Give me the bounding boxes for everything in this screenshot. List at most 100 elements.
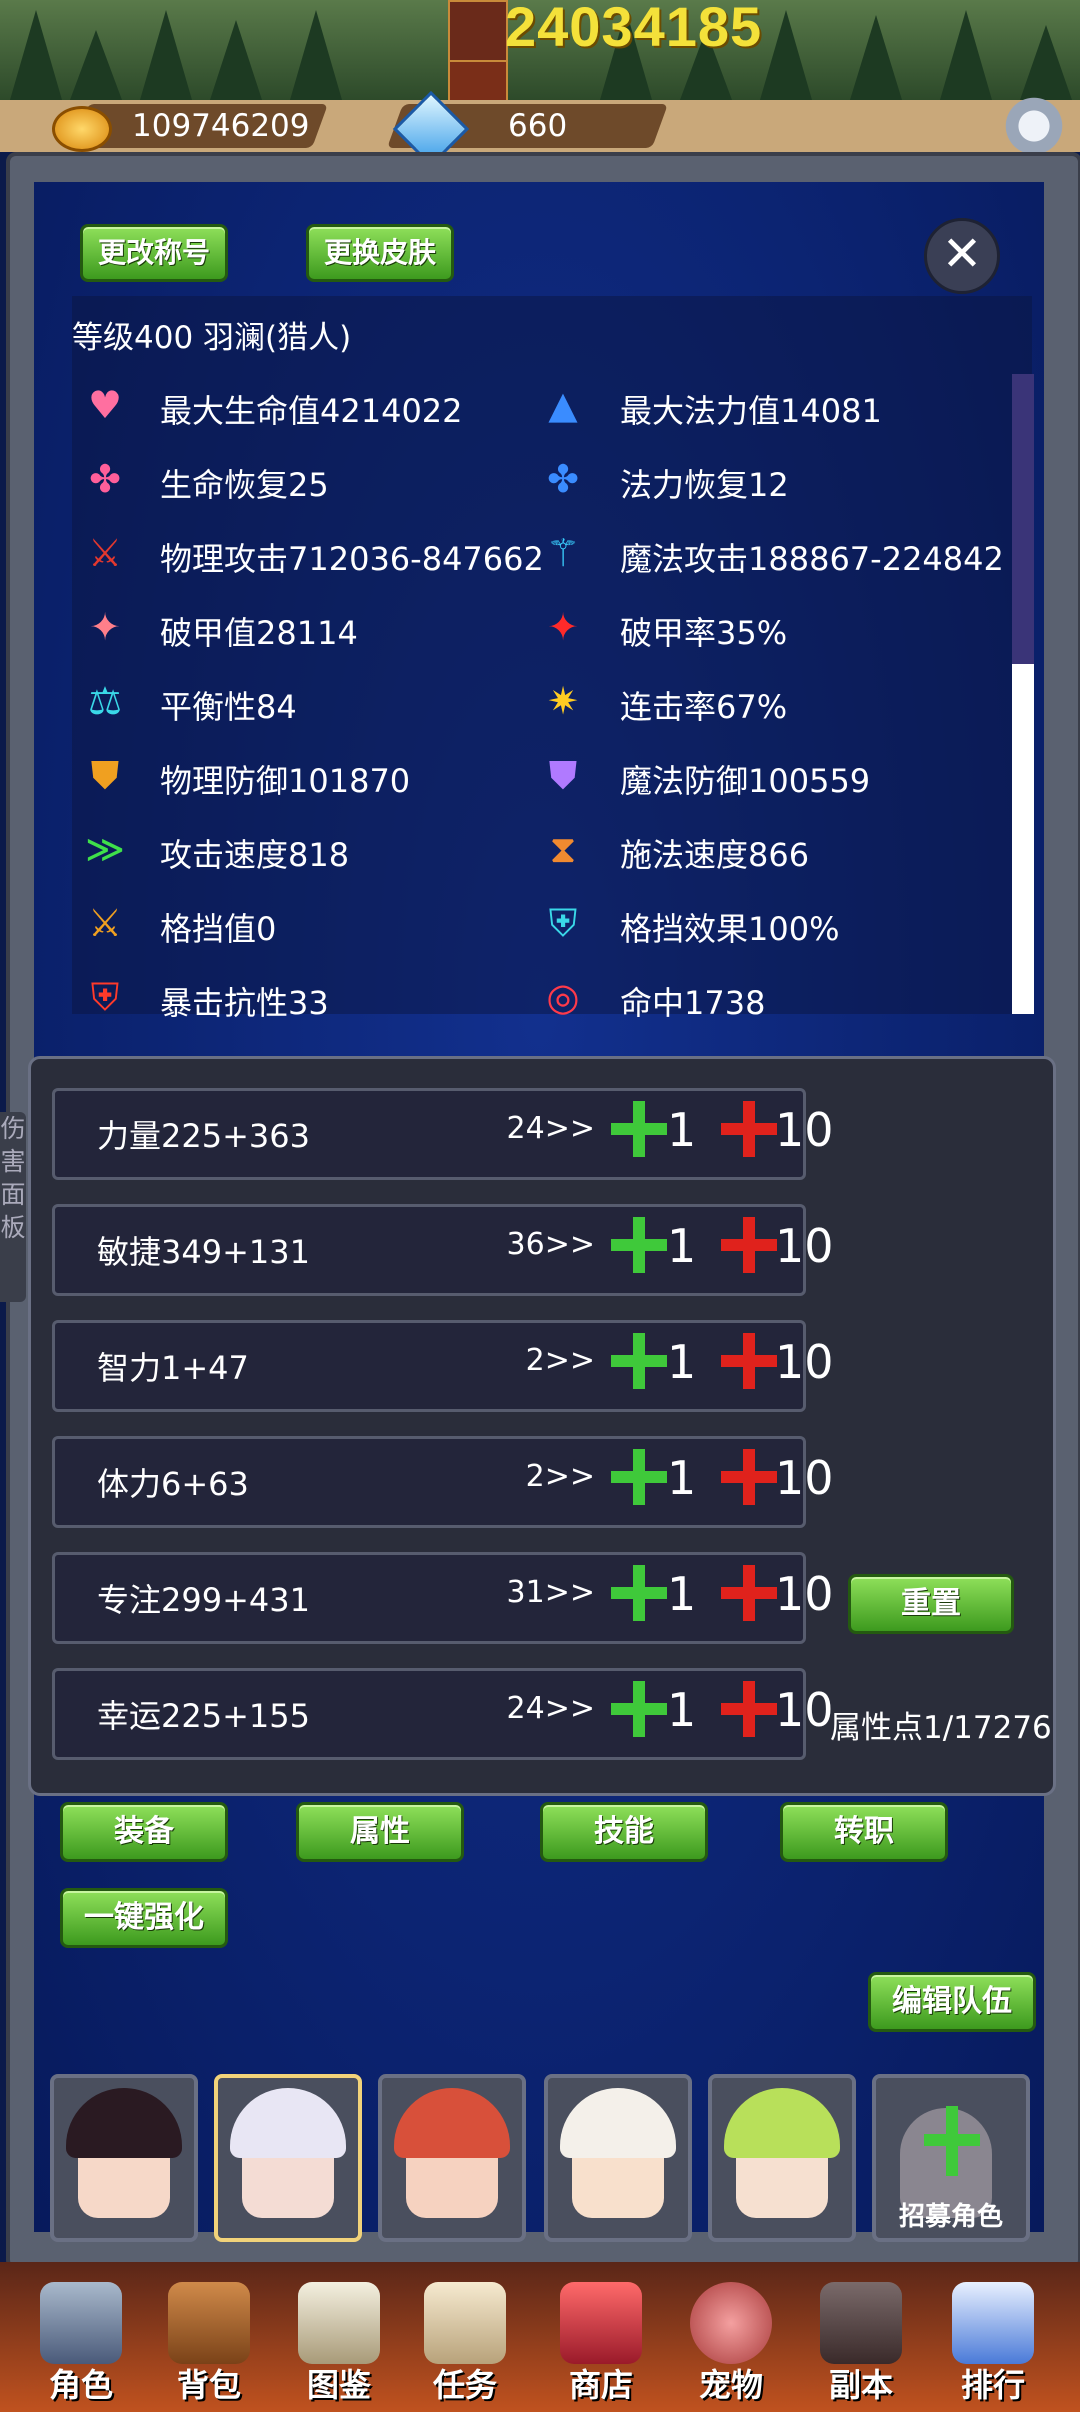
mp-regen-icon: ✤	[547, 457, 579, 501]
attr-cost: 31>>	[506, 1575, 595, 1610]
stat-magic-attack: 魔法攻击188867-224842	[620, 540, 1004, 578]
plus-ten-label: 10	[775, 1567, 834, 1621]
stat-max-hp: 最大生命值4214022	[160, 392, 463, 430]
heart-icon: ♥	[87, 383, 123, 427]
damage-panel-label: 伤害面板	[0, 1114, 26, 1242]
nav-label: 背包	[176, 2366, 241, 2404]
plus-ten-label: 10	[775, 1219, 834, 1273]
nav-shop[interactable]: 商店	[546, 2278, 656, 2408]
recruit-plus-icon	[924, 2106, 980, 2176]
plus-one-icon[interactable]	[611, 1565, 667, 1621]
reset-button[interactable]: 重置	[848, 1574, 1014, 1634]
level-and-name: 等级400 羽澜(猎人)	[72, 320, 352, 356]
plus-ten-icon[interactable]	[721, 1565, 777, 1621]
armor-break-icon: ✦	[89, 605, 121, 649]
skill-tab[interactable]: 技能	[540, 1802, 708, 1862]
plus-one-icon[interactable]	[611, 1681, 667, 1737]
attr-name: 敏捷349+131	[97, 1233, 310, 1271]
nav-label: 排行	[960, 2366, 1025, 2404]
plus-one-label: 1	[667, 1335, 697, 1389]
attr-row-intelligence: 智力1+47 2>> 1 10	[52, 1320, 834, 1412]
attr-name: 幸运225+155	[97, 1697, 310, 1735]
attr-cost: 24>>	[506, 1111, 595, 1146]
plus-ten-icon[interactable]	[721, 1101, 777, 1157]
recruit-label: 招募角色	[898, 2202, 1003, 2232]
sword-icon: ⚔	[87, 531, 123, 575]
nav-label: 商店	[568, 2366, 633, 2404]
close-icon[interactable]: ✕	[924, 218, 1000, 294]
tree-decoration	[10, 10, 62, 100]
power-number: 24034185	[505, 0, 763, 58]
nav-label: 任务	[432, 2366, 497, 2404]
stats-scrollbar-thumb[interactable]	[1012, 664, 1034, 1014]
nav-pets[interactable]: 宠物	[676, 2278, 786, 2408]
character-hair	[66, 2088, 182, 2158]
plus-ten-icon[interactable]	[721, 1217, 777, 1273]
edit-team-button[interactable]: 编辑队伍	[868, 1972, 1036, 2032]
nav-ranking[interactable]: 排行	[938, 2278, 1048, 2408]
tree-decoration	[940, 10, 992, 100]
nav-codex[interactable]: 图鉴	[284, 2278, 394, 2408]
attr-cost: 24>>	[506, 1691, 595, 1726]
skull-gate-icon	[820, 2282, 902, 2364]
hp-regen-icon: ✤	[89, 457, 121, 501]
attr-name: 智力1+47	[97, 1349, 249, 1387]
damage-panel-tab[interactable]: 伤害面板	[0, 1112, 26, 1302]
plus-one-label: 1	[667, 1567, 697, 1621]
gold-amount: 109746209	[132, 108, 310, 144]
character-hair	[230, 2088, 346, 2158]
target-icon: ◎	[546, 975, 580, 1019]
character-hair	[724, 2088, 840, 2158]
plus-one-icon[interactable]	[611, 1217, 667, 1273]
nav-character[interactable]: 角色	[26, 2278, 136, 2408]
backpack-icon	[168, 2282, 250, 2364]
wizard-hat-icon: ▲	[548, 383, 578, 427]
stat-max-mp: 最大法力值14081	[620, 392, 882, 430]
gem-amount: 660	[508, 108, 568, 144]
plus-ten-icon[interactable]	[721, 1333, 777, 1389]
change-skin-button[interactable]: 更换皮肤	[306, 224, 454, 282]
nav-backpack[interactable]: 背包	[154, 2278, 264, 2408]
recruit-slot[interactable]: 招募角色	[872, 2074, 1030, 2242]
tree-decoration	[290, 10, 342, 100]
nav-dungeon[interactable]: 副本	[806, 2278, 916, 2408]
character-slot-selected[interactable]	[214, 2074, 362, 2242]
attack-speed-icon: ≫	[85, 827, 125, 871]
attr-cost: 2>>	[525, 1459, 595, 1494]
equip-tab[interactable]: 装备	[60, 1802, 228, 1862]
plus-one-icon[interactable]	[611, 1333, 667, 1389]
plus-ten-label: 10	[775, 1683, 834, 1737]
tree-decoration	[70, 30, 122, 100]
attr-row-luck: 幸运225+155 24>> 1 10	[52, 1668, 834, 1760]
character-slot[interactable]	[708, 2074, 856, 2242]
tree-decoration	[850, 15, 902, 100]
skill-thumbnail[interactable]	[448, 0, 508, 62]
helmet-icon	[40, 2282, 122, 2364]
rename-title-button[interactable]: 更改称号	[80, 224, 228, 282]
crossed-swords-icon: ⚔	[87, 901, 123, 945]
hourglass-icon: ⧗	[549, 827, 577, 871]
attr-row-strength: 力量225+363 24>> 1 10	[52, 1088, 834, 1180]
auto-enhance-button[interactable]: 一键强化	[60, 1888, 228, 1948]
nav-quests[interactable]: 任务	[410, 2278, 520, 2408]
stat-block-value: 格挡值0	[160, 910, 277, 948]
plus-one-icon[interactable]	[611, 1101, 667, 1157]
stat-armor-break-rate: 破甲率35%	[620, 614, 788, 652]
character-slot[interactable]	[378, 2074, 526, 2242]
attr-row-focus: 专注299+431 31>> 1 10	[52, 1552, 834, 1644]
stat-block-effect: 格挡效果100%	[620, 910, 840, 948]
plus-one-label: 1	[667, 1219, 697, 1273]
plus-ten-label: 10	[775, 1451, 834, 1505]
nav-label: 角色	[48, 2366, 113, 2404]
nav-label: 图鉴	[306, 2366, 371, 2404]
plus-ten-icon[interactable]	[721, 1681, 777, 1737]
job-change-tab[interactable]: 转职	[780, 1802, 948, 1862]
attr-cost: 36>>	[506, 1227, 595, 1262]
character-slot[interactable]	[50, 2074, 198, 2242]
attribute-tab[interactable]: 属性	[296, 1802, 464, 1862]
plus-one-icon[interactable]	[611, 1449, 667, 1505]
plus-ten-icon[interactable]	[721, 1449, 777, 1505]
character-slot[interactable]	[544, 2074, 692, 2242]
plus-one-label: 1	[667, 1103, 697, 1157]
tree-decoration	[760, 10, 812, 100]
